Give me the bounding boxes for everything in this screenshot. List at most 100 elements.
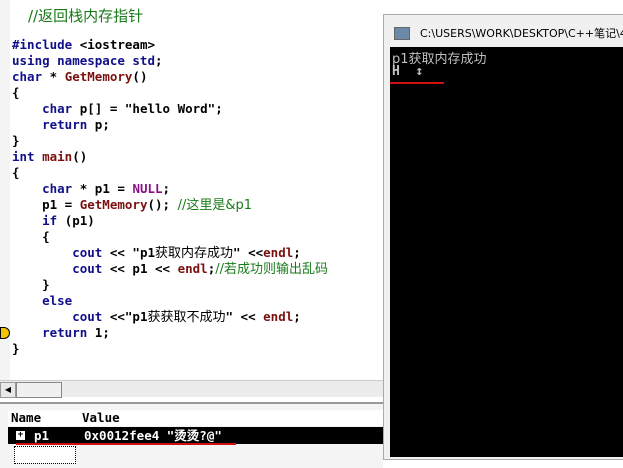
code-token: cout xyxy=(72,261,103,276)
code-token: char xyxy=(42,101,73,116)
code-line: } xyxy=(12,341,20,357)
code-token: <iostream> xyxy=(79,37,155,52)
watch-row[interactable]: + p1 0x0012fee4 "烫烫?@" xyxy=(8,427,383,444)
console-line: H ↕ xyxy=(392,64,424,79)
code-line: int main() xyxy=(12,149,87,165)
code-line: { xyxy=(12,85,20,101)
code-token: << p1 << xyxy=(102,261,178,276)
code-token: ; xyxy=(162,181,171,196)
code-token: " << xyxy=(225,309,264,324)
code-token: p[] = "hello Word"; xyxy=(72,101,223,116)
code-token: cout xyxy=(72,245,103,260)
watch-panel: Name Value + p1 0x0012fee4 "烫烫?@" xyxy=(0,402,386,468)
code-line: cout << "p1获取内存成功" <<endl; xyxy=(12,245,301,261)
console-output: p1获取内存成功 H ↕ xyxy=(390,47,623,457)
code-token: endl xyxy=(263,245,294,260)
horizontal-scrollbar[interactable]: ◀ xyxy=(0,380,383,398)
code-token: ; xyxy=(155,53,163,68)
header-comment: //返回栈内存指针 xyxy=(28,7,144,25)
watch-var-name: p1 xyxy=(34,428,50,443)
code-token: endl xyxy=(263,309,294,324)
code-line: p1 = GetMemory(); //这里是&p1 xyxy=(12,197,252,213)
code-line: } xyxy=(12,277,50,293)
code-token: * p1 = xyxy=(72,181,133,196)
scroll-thumb[interactable] xyxy=(16,382,62,398)
code-token: } xyxy=(12,277,50,292)
code-line: using namespace std; xyxy=(12,53,163,69)
code-token: p; xyxy=(87,117,110,132)
code-token: #include xyxy=(12,37,80,52)
watch-header-name[interactable]: Name xyxy=(8,410,80,426)
code-token: * xyxy=(42,69,65,84)
editor-gutter xyxy=(0,0,10,380)
code-token: } xyxy=(12,133,20,148)
code-token: char xyxy=(12,69,43,84)
code-token: } xyxy=(12,341,20,356)
code-token: if xyxy=(42,213,58,228)
code-token: " << xyxy=(233,245,264,260)
watch-var-value: 0x0012fee4 "烫烫?@" xyxy=(84,428,222,443)
code-token: //若成功则输出乱码 xyxy=(215,262,328,277)
code-line: } xyxy=(12,133,20,149)
console-title: C:\USERS\WORK\DESKTOP\C++笔记\4\ xyxy=(420,27,623,40)
code-token: main xyxy=(42,149,73,164)
code-line: char * p1 = NULL; xyxy=(12,181,170,197)
code-token: NULL xyxy=(132,181,163,196)
code-line: return p; xyxy=(12,117,110,133)
code-token: 获获取不成功 xyxy=(147,310,226,325)
code-token: using namespace std xyxy=(12,53,155,68)
code-token: return xyxy=(42,117,88,132)
code-token: 1; xyxy=(87,325,110,340)
code-editor[interactable]: //返回栈内存指针 #include <iostream> using names… xyxy=(0,0,383,380)
code-token: { xyxy=(12,229,50,244)
scroll-left-button[interactable]: ◀ xyxy=(0,382,16,398)
code-line: return 1; xyxy=(12,325,110,341)
code-token: ; xyxy=(293,245,301,260)
code-token: { xyxy=(12,85,20,100)
code-token: (); xyxy=(147,197,178,212)
code-line: else xyxy=(12,293,72,309)
code-token: (p1) xyxy=(57,213,95,228)
code-token: int xyxy=(12,149,35,164)
code-line: { xyxy=(12,165,20,181)
code-token: GetMemory xyxy=(64,69,133,84)
code-line: char p[] = "hello Word"; xyxy=(12,101,223,117)
code-token: else xyxy=(42,293,73,308)
watch-new-entry[interactable] xyxy=(14,446,76,464)
code-token: //这里是&p1 xyxy=(177,198,252,213)
expand-plus-icon[interactable]: + xyxy=(16,431,25,440)
code-line: cout << p1 << endl;//若成功则输出乱码 xyxy=(12,261,328,277)
code-token: p1 = xyxy=(12,197,80,212)
code-token: cout xyxy=(72,309,103,324)
code-token: ; xyxy=(293,309,301,324)
code-line: #include <iostream> xyxy=(12,37,155,53)
code-token: endl xyxy=(177,261,208,276)
code-line: if (p1) xyxy=(12,213,95,229)
code-line: { xyxy=(12,229,50,245)
annotation-underline xyxy=(16,443,236,445)
code-token: GetMemory xyxy=(79,197,148,212)
code-line: char * GetMemory() xyxy=(12,69,147,85)
code-token: << "p1 xyxy=(102,245,156,260)
code-token: () xyxy=(132,69,148,84)
code-token: { xyxy=(12,165,20,180)
watch-header-value[interactable]: Value xyxy=(79,410,386,426)
code-token: 获取内存成功 xyxy=(155,246,234,261)
code-line: cout <<"p1获获取不成功" << endl; xyxy=(12,309,301,325)
console-window: C:\USERS\WORK\DESKTOP\C++笔记\4\ p1获取内存成功 … xyxy=(383,14,623,460)
code-token: <<"p1 xyxy=(102,309,148,324)
annotation-underline xyxy=(390,82,444,84)
code-token: return xyxy=(42,325,88,340)
code-token: () xyxy=(72,149,88,164)
console-app-icon xyxy=(394,27,410,40)
